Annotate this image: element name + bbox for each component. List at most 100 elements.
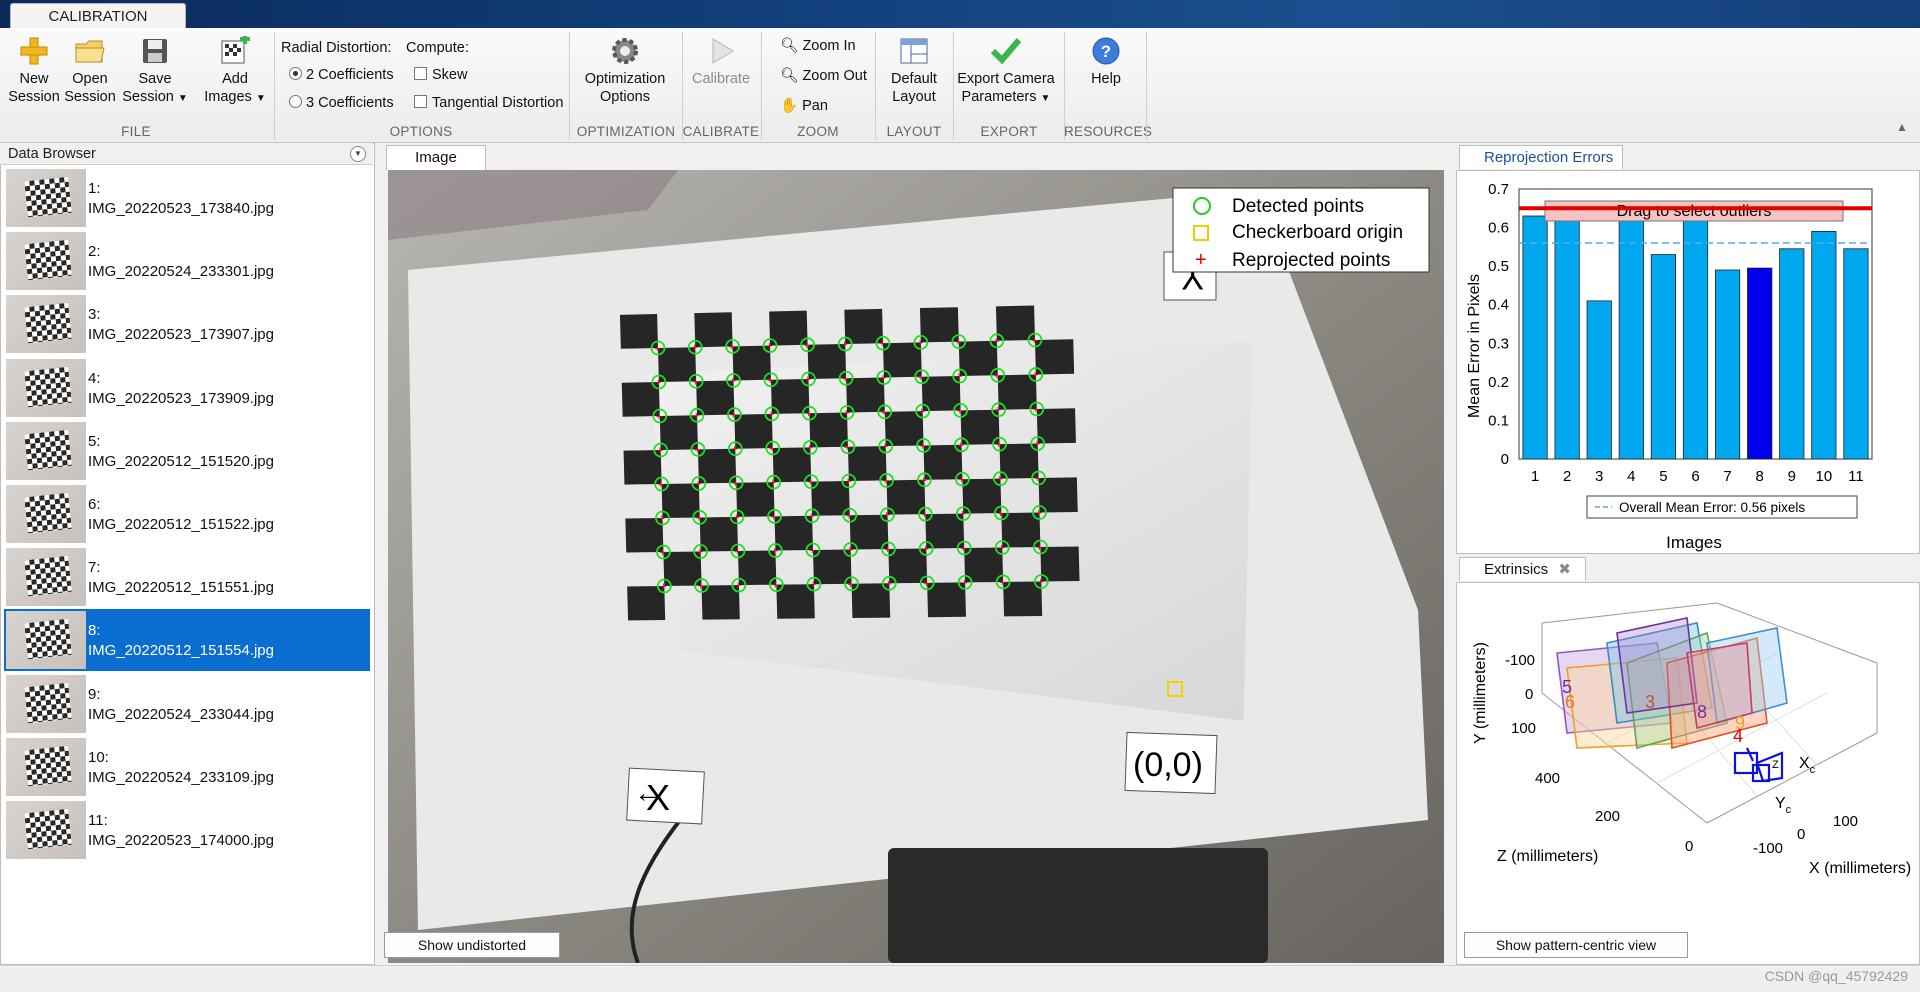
extrinsics-3d-plot[interactable]: 5 6 3 8 4 9 Z Xc Yc -100 0 100 400 200 0… [1457, 583, 1919, 964]
bar[interactable] [1843, 248, 1869, 460]
gear-icon [612, 38, 638, 64]
bar[interactable] [1586, 300, 1612, 460]
section-calibrate: CALIBRATE [682, 124, 760, 139]
reprojected-legend-icon: + [1195, 249, 1207, 271]
svg-text:0: 0 [1685, 838, 1693, 855]
list-item[interactable]: 7: IMG_20220512_151551.jpg [4, 546, 370, 608]
zoom-out-button[interactable]: 🔍︎ Zoom Out [780, 67, 867, 84]
x-tick-label: 10 [1816, 468, 1833, 485]
svg-text:+: + [922, 544, 928, 556]
calibration-planes [1556, 617, 1788, 750]
bar[interactable] [1779, 248, 1805, 460]
tab-reprojection-errors[interactable]: Reprojection Errors ✖ [1459, 145, 1623, 190]
list-item-number: 6: [88, 496, 101, 513]
bar[interactable] [1682, 215, 1709, 460]
axis-x-label: X ← [626, 767, 705, 825]
svg-text:(0,0): (0,0) [1133, 746, 1203, 784]
help-button[interactable]: ? Help [1076, 36, 1136, 88]
save-session-button[interactable]: Save Session ▼ [120, 36, 190, 108]
bar[interactable] [1554, 217, 1580, 460]
list-item[interactable]: 8: IMG_20220512_151554.jpg [4, 609, 370, 672]
svg-text:+: + [956, 371, 962, 383]
reprojection-bar-chart[interactable]: 0 0.1 0.2 0.3 0.4 0.5 0.6 0.7 1 2 3 4 5 6 7 8 9 10 11 Drag… [1457, 171, 1919, 553]
new-session-line2: Session [8, 89, 60, 105]
tab-calibration[interactable]: CALIBRATION [10, 3, 186, 29]
optimization-options-button[interactable]: Optimization Options [578, 36, 672, 106]
image-thumbnail [6, 232, 86, 291]
svg-text:Detected points: Detected points [1232, 196, 1364, 217]
list-item[interactable]: 2: IMG_20220524_233301.jpg [4, 230, 370, 292]
tab-image[interactable]: Image [386, 145, 486, 170]
svg-text:+: + [771, 546, 777, 558]
svg-text:+: + [917, 337, 923, 349]
y-tick-label: 0.6 [1488, 220, 1509, 237]
x-tick-label: 2 [1563, 468, 1571, 485]
calibrate-button[interactable]: Calibrate [688, 36, 754, 88]
svg-text:+: + [658, 479, 664, 491]
tab-extrinsics[interactable]: Extrinsics ✖ [1459, 557, 1586, 581]
list-item[interactable]: 9: IMG_20220524_233044.jpg [4, 673, 370, 735]
section-file: FILE [121, 124, 151, 139]
radio-2-coefficients[interactable]: 2 Coefficients [289, 67, 394, 83]
list-item[interactable]: 10: IMG_20220524_233109.jpg [4, 736, 370, 798]
pan-label: Pan [802, 98, 828, 114]
image-thumbnail [6, 801, 86, 859]
x-tick-label: 8 [1756, 468, 1764, 485]
svg-text:+: + [884, 544, 890, 556]
dropdown-icon[interactable]: ▼ [350, 146, 366, 162]
tangential-distortion-checkbox[interactable]: Tangential Distortion [414, 95, 563, 111]
pan-button[interactable]: ✋ Pan [780, 97, 828, 114]
add-images-line1: Add [222, 71, 248, 87]
add-images-button[interactable]: Add Images ▼ [200, 36, 270, 108]
collapse-toolstrip-icon[interactable]: ▲ [1896, 120, 1908, 134]
export-camera-parameters-button[interactable]: Export Camera Parameters ▼ [956, 36, 1056, 108]
list-item[interactable]: 4: IMG_20220523_173909.jpg [4, 357, 370, 419]
show-undistorted-button[interactable]: Show undistorted [384, 932, 560, 958]
list-item-filename: IMG_20220524_233301.jpg [88, 263, 274, 281]
radio-3-coefficients[interactable]: 3 Coefficients [289, 95, 394, 111]
svg-text:+: + [656, 411, 662, 423]
image-thumbnail [6, 295, 86, 354]
layout-grid-icon [900, 38, 928, 64]
list-item-number: 2: [88, 243, 101, 261]
list-item-filename: IMG_20220524_233044.jpg [88, 705, 274, 723]
bar[interactable] [1811, 231, 1837, 460]
calibrate-label: Calibrate [691, 71, 751, 87]
image-thumbnail [6, 611, 86, 670]
svg-text:+: + [881, 407, 887, 419]
compute-label: Compute: [406, 40, 469, 56]
section-layout: LAYOUT [886, 124, 942, 139]
camera-y-label: Yc [1775, 795, 1792, 816]
svg-text:+: + [961, 577, 967, 589]
checkbox-icon [414, 95, 427, 108]
svg-text:+: + [1036, 508, 1042, 520]
zoom-out-label: Zoom Out [802, 68, 867, 84]
list-item[interactable]: 5: IMG_20220512_151520.jpg [4, 420, 370, 482]
svg-text:+: + [694, 444, 700, 456]
list-item[interactable]: 1: IMG_20220523_173840.jpg [4, 167, 370, 229]
y-tick-label: 0.4 [1488, 297, 1509, 314]
default-layout-button[interactable]: Default Layout [882, 36, 946, 106]
show-pattern-centric-view-button[interactable]: Show pattern-centric view [1464, 932, 1688, 958]
svg-text:+: + [805, 374, 811, 386]
bar[interactable] [1714, 269, 1741, 460]
skew-checkbox[interactable]: Skew [414, 67, 467, 83]
svg-text:+: + [692, 376, 698, 388]
open-session-button[interactable]: Open Session [64, 36, 116, 106]
section-zoom: ZOOM [797, 124, 839, 139]
bar[interactable] [1747, 267, 1773, 460]
list-item[interactable]: 3: IMG_20220523_173907.jpg [4, 293, 370, 355]
list-item[interactable]: 11: IMG_20220523_174000.jpg [4, 799, 370, 861]
svg-text:+: + [841, 339, 847, 351]
close-icon[interactable]: ✖ [1558, 561, 1571, 578]
list-item-number: 9: [88, 685, 101, 703]
new-session-button[interactable]: New Session [8, 36, 60, 106]
svg-text:←: ← [634, 777, 662, 808]
zoom-in-button[interactable]: 🔍︎ Zoom In [780, 37, 856, 54]
svg-text:?: ? [1101, 42, 1111, 61]
bar[interactable] [1618, 207, 1644, 460]
bar[interactable] [1650, 254, 1677, 460]
image-thumbnail [6, 548, 86, 607]
bar[interactable] [1522, 215, 1548, 460]
list-item[interactable]: 6: IMG_20220512_151522.jpg [4, 483, 370, 545]
